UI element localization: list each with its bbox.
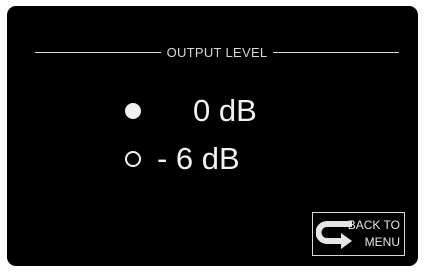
page-title: OUTPUT LEVEL: [166, 44, 268, 60]
radio-unselected-icon: [125, 151, 141, 167]
output-level-screen: OUTPUT LEVEL 0 dB - 6 dB BACK TO MENU: [7, 6, 418, 266]
back-to-menu-button[interactable]: BACK TO MENU: [312, 212, 405, 256]
option-0db[interactable]: 0 dB: [125, 93, 257, 129]
title-row: OUTPUT LEVEL: [35, 44, 400, 60]
option-label: - 6 dB: [157, 141, 240, 176]
option-label: 0 dB: [193, 93, 257, 128]
radio-selected-icon: [125, 103, 141, 119]
option-minus-6db[interactable]: - 6 dB: [125, 141, 240, 177]
back-button-label: BACK TO MENU: [348, 217, 400, 251]
title-divider-left: [35, 51, 161, 53]
title-divider-right: [273, 51, 400, 53]
back-button-line1: BACK TO: [347, 218, 400, 232]
back-button-line2: MENU: [364, 235, 400, 249]
